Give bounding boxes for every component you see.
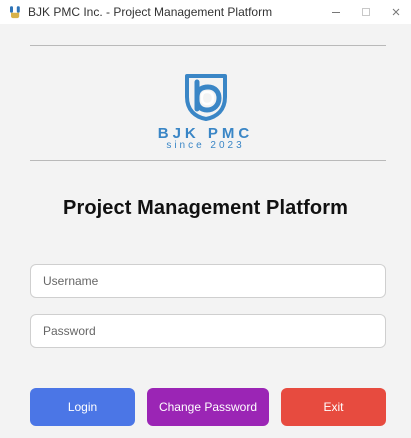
- login-button[interactable]: Login: [30, 388, 135, 426]
- password-field: [30, 314, 386, 348]
- window-controls: [321, 0, 411, 24]
- password-input[interactable]: [41, 323, 375, 339]
- logo: BJK PMC since 2023: [0, 71, 411, 151]
- top-divider: [30, 45, 386, 46]
- bottom-divider: [30, 160, 386, 161]
- logo-icon: [180, 71, 232, 123]
- exit-button[interactable]: Exit: [281, 388, 386, 426]
- minimize-button[interactable]: [321, 0, 351, 24]
- maximize-button[interactable]: [351, 0, 381, 24]
- username-field: [30, 264, 386, 298]
- brand-tagline: since 2023: [166, 140, 245, 151]
- window-title: BJK PMC Inc. - Project Management Platfo…: [28, 5, 273, 19]
- title-bar-left: BJK PMC Inc. - Project Management Platfo…: [8, 5, 272, 19]
- username-input[interactable]: [41, 273, 375, 289]
- login-panel: BJK PMC since 2023 Project Management Pl…: [0, 24, 411, 438]
- app-window: BJK PMC Inc. - Project Management Platfo…: [0, 0, 411, 438]
- change-password-button[interactable]: Change Password: [147, 388, 269, 426]
- app-icon: [8, 5, 22, 19]
- title-bar[interactable]: BJK PMC Inc. - Project Management Platfo…: [0, 0, 411, 24]
- page-title: Project Management Platform: [63, 197, 348, 219]
- close-button[interactable]: [381, 0, 411, 24]
